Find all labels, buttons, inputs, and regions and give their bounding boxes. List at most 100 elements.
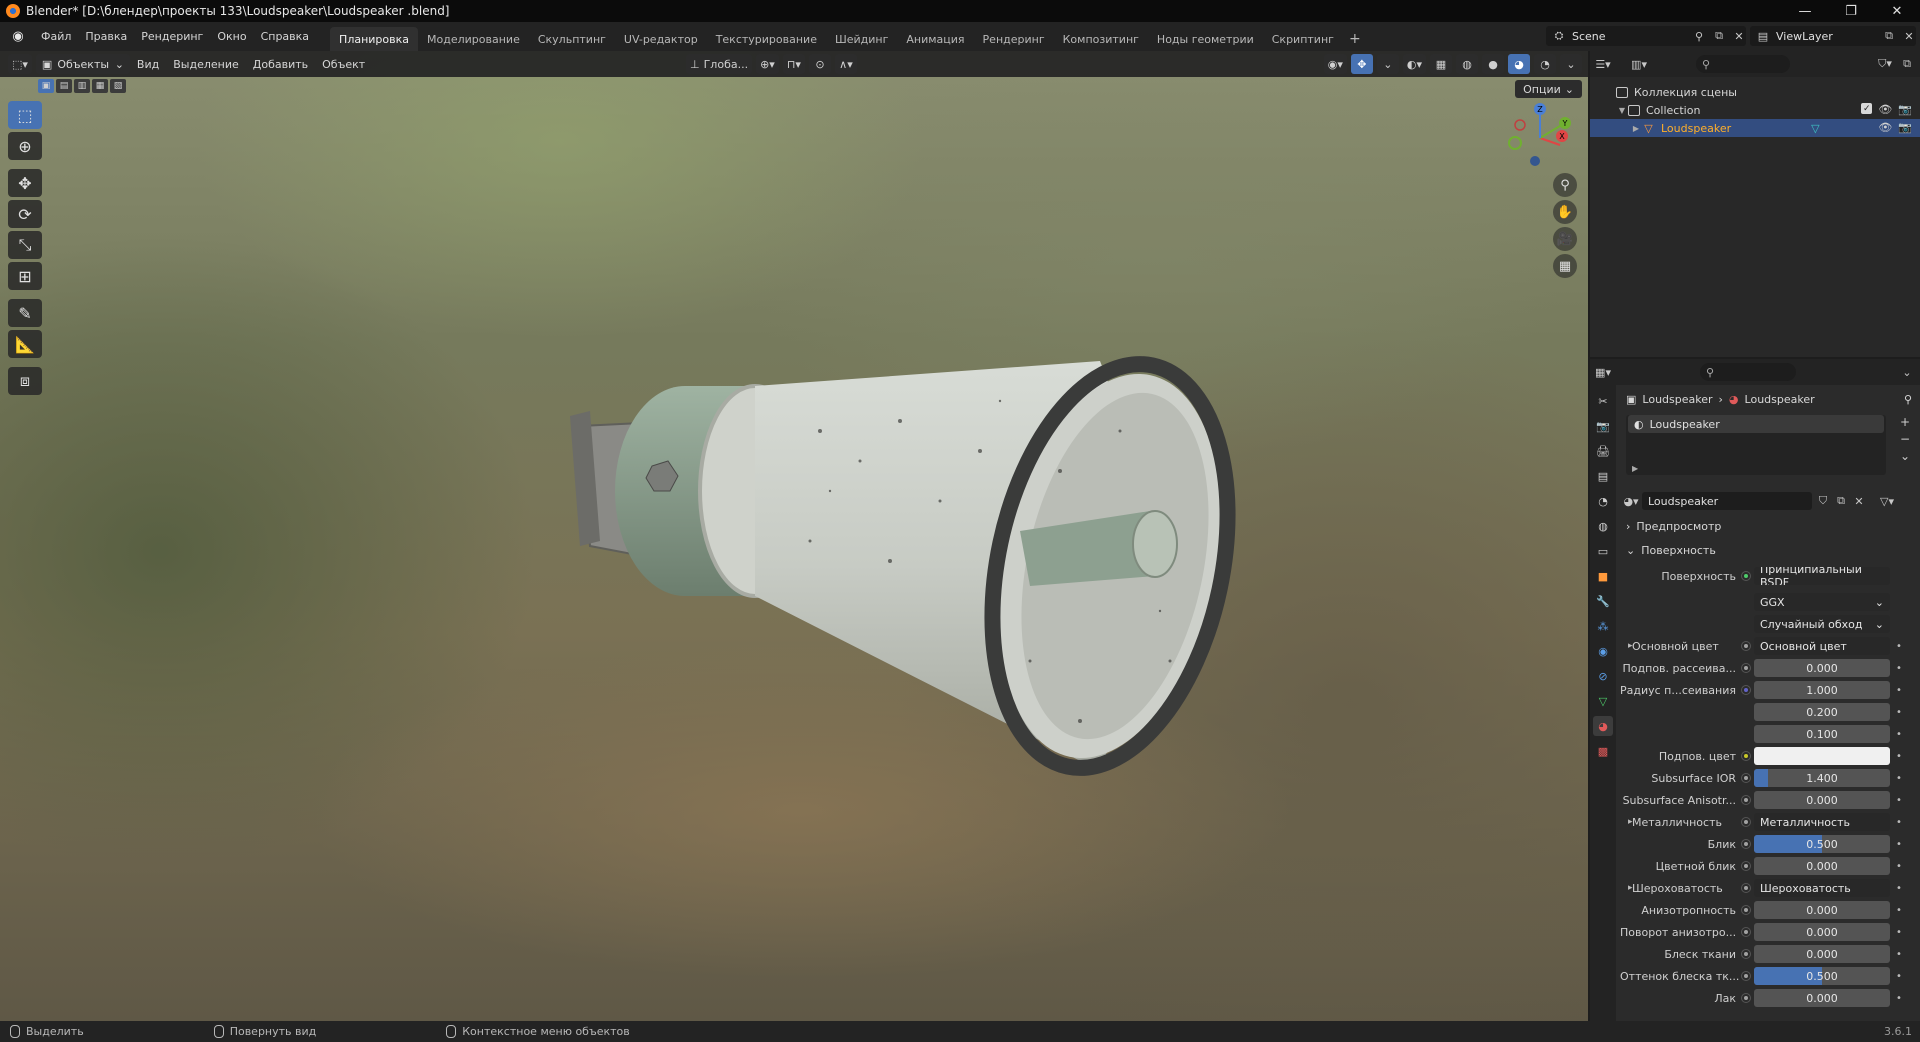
rendered-shading-icon[interactable]: ◔	[1534, 54, 1556, 74]
gizmo-dropdown-icon[interactable]: ⌄	[1376, 54, 1399, 74]
output-tab-icon[interactable]: 🖨	[1593, 441, 1613, 461]
socket-dot[interactable]	[1742, 906, 1750, 914]
tab-compositing[interactable]: Композитинг	[1054, 27, 1148, 51]
tab-texture-paint[interactable]: Текстурирование	[707, 27, 826, 51]
menu-edit[interactable]: Правка	[78, 26, 134, 48]
socket-dot[interactable]	[1742, 686, 1750, 694]
gizmo-neg-x[interactable]	[1514, 119, 1526, 131]
distribution-dropdown[interactable]: GGX ⌄	[1754, 593, 1890, 611]
socket-dot[interactable]	[1742, 752, 1750, 760]
keyframe-dot-icon[interactable]: •	[1896, 663, 1902, 674]
object-tab-icon[interactable]: ■	[1593, 566, 1613, 586]
linked-input-field[interactable]: Основной цвет	[1754, 637, 1890, 655]
select-intersect-icon[interactable]: ▧	[110, 79, 126, 93]
tab-geometry-nodes[interactable]: Ноды геометрии	[1148, 27, 1263, 51]
pin-icon[interactable]: ⚲	[1904, 393, 1912, 406]
filter-icon[interactable]: ⛉▾	[1878, 57, 1892, 71]
keyframe-dot-icon[interactable]: •	[1896, 685, 1902, 696]
mesh-data-tab-icon[interactable]: ▽	[1593, 691, 1613, 711]
keyframe-dot-icon[interactable]: •	[1896, 905, 1902, 916]
material-shading-icon[interactable]: ◕	[1508, 54, 1530, 74]
restore-button[interactable]: ❐	[1828, 0, 1874, 22]
wireframe-shading-icon[interactable]: ◍	[1456, 54, 1478, 74]
expand-triangle-icon[interactable]: ▸	[1628, 641, 1633, 651]
expand-triangle-icon[interactable]: ▸	[1628, 883, 1633, 893]
keyframe-dot-icon[interactable]: •	[1896, 883, 1902, 894]
tab-sculpting[interactable]: Скульптинг	[529, 27, 615, 51]
panel-surface-header[interactable]: ⌄ Поверхность	[1620, 539, 1916, 561]
menu-add[interactable]: Добавить	[246, 58, 315, 71]
tab-rendering[interactable]: Рендеринг	[974, 27, 1054, 51]
pin-icon[interactable]: ⚲	[1692, 29, 1706, 43]
outliner-search-input[interactable]: ⚲	[1696, 55, 1790, 73]
surface-shader-field[interactable]: Принципиальный BSDF	[1754, 567, 1890, 585]
scale-tool-icon[interactable]: ⤡	[8, 231, 42, 259]
eye-icon[interactable]: 👁	[1878, 121, 1892, 134]
keyframe-dot-icon[interactable]: •	[1896, 707, 1902, 718]
gizmo-toggle-icon[interactable]: ✥	[1350, 54, 1373, 74]
camera-icon[interactable]: 🎥	[1553, 227, 1577, 251]
visibility-icon[interactable]: ◉▾	[1323, 54, 1347, 74]
transform-tool-icon[interactable]: ⊞	[8, 262, 42, 290]
number-field[interactable]: 0.500	[1754, 835, 1890, 853]
tab-uv-editing[interactable]: UV-редактор	[615, 27, 707, 51]
material-slot-item[interactable]: ◐ Loudspeaker	[1628, 415, 1884, 433]
zoom-icon[interactable]: ⚲	[1553, 173, 1577, 197]
tab-modeling[interactable]: Моделирование	[418, 27, 529, 51]
add-cube-tool-icon[interactable]: ⧈	[8, 367, 42, 395]
close-button[interactable]: ✕	[1874, 0, 1920, 22]
new-layer-icon[interactable]: ⧉	[1882, 29, 1896, 43]
cursor-tool-icon[interactable]: ⊕	[8, 132, 42, 160]
keyframe-dot-icon[interactable]: •	[1896, 729, 1902, 740]
physics-tab-icon[interactable]: ◉	[1593, 641, 1613, 661]
mesh-data-filter-icon[interactable]: ▽▾	[1880, 494, 1894, 508]
socket-dot[interactable]	[1742, 972, 1750, 980]
orientation-dropdown[interactable]: ⊥ Глоба...	[686, 54, 753, 74]
duplicate-material-icon[interactable]: ⧉	[1834, 494, 1848, 508]
socket-dot[interactable]	[1742, 818, 1750, 826]
collection-tab-icon[interactable]: ▭	[1593, 541, 1613, 561]
menu-window[interactable]: Окно	[210, 26, 253, 48]
options-chevron-icon[interactable]: ⌄	[1900, 365, 1914, 379]
add-slot-icon[interactable]: +	[1900, 415, 1910, 429]
expand-triangle-icon[interactable]: ▶	[1632, 464, 1638, 473]
menu-render[interactable]: Рендеринг	[134, 26, 210, 48]
texture-tab-icon[interactable]: ▩	[1593, 741, 1613, 761]
socket-dot[interactable]	[1742, 642, 1750, 650]
properties-search-input[interactable]: ⚲	[1700, 363, 1796, 381]
overlay-icon[interactable]: ◐▾	[1402, 54, 1426, 74]
select-subtract-icon[interactable]: ▥	[74, 79, 90, 93]
outliner-scene-collection[interactable]: Коллекция сцены	[1590, 83, 1920, 101]
pivot-icon[interactable]: ⊕▾	[756, 54, 779, 74]
rotate-tool-icon[interactable]: ⟳	[8, 200, 42, 228]
socket-dot[interactable]	[1742, 664, 1750, 672]
socket-dot[interactable]	[1742, 862, 1750, 870]
options-dropdown[interactable]: Опции ⌄	[1515, 80, 1582, 98]
perspective-grid-icon[interactable]: ▦	[1553, 254, 1577, 278]
socket-dot[interactable]	[1742, 950, 1750, 958]
tab-shading[interactable]: Шейдинг	[826, 27, 897, 51]
number-field[interactable]: 0.000	[1754, 901, 1890, 919]
keyframe-dot-icon[interactable]: •	[1896, 817, 1902, 828]
menu-select[interactable]: Выделение	[166, 58, 246, 71]
shading-dropdown-icon[interactable]: ⌄	[1560, 54, 1582, 74]
outliner-collection[interactable]: ▼ Collection ✓ 👁 📷	[1590, 101, 1920, 119]
display-mode-icon[interactable]: ▥▾	[1631, 57, 1647, 71]
loudspeaker-model[interactable]	[560, 341, 1260, 901]
minimize-button[interactable]: —	[1782, 0, 1828, 22]
keyframe-dot-icon[interactable]: •	[1896, 971, 1902, 982]
keyframe-dot-icon[interactable]: •	[1896, 751, 1902, 762]
socket-dot[interactable]	[1742, 884, 1750, 892]
outliner-editor-icon[interactable]: ☰▾	[1595, 57, 1610, 71]
falloff-icon[interactable]: ∧▾	[834, 54, 857, 74]
world-tab-icon[interactable]: ◍	[1593, 516, 1613, 536]
socket-dot[interactable]	[1742, 928, 1750, 936]
navigation-gizmo[interactable]: Z Y X	[1505, 103, 1575, 173]
keyframe-dot-icon[interactable]: •	[1896, 839, 1902, 850]
socket-dot[interactable]	[1742, 840, 1750, 848]
select-extend-icon[interactable]: ▤	[56, 79, 72, 93]
select-invert-icon[interactable]: ▦	[92, 79, 108, 93]
outliner-object-loudspeaker[interactable]: ▶ ▽ Loudspeaker ▽ 👁 📷	[1590, 119, 1920, 137]
keyframe-dot-icon[interactable]: •	[1896, 861, 1902, 872]
editor-type-icon[interactable]: ⬚▾	[8, 54, 32, 74]
